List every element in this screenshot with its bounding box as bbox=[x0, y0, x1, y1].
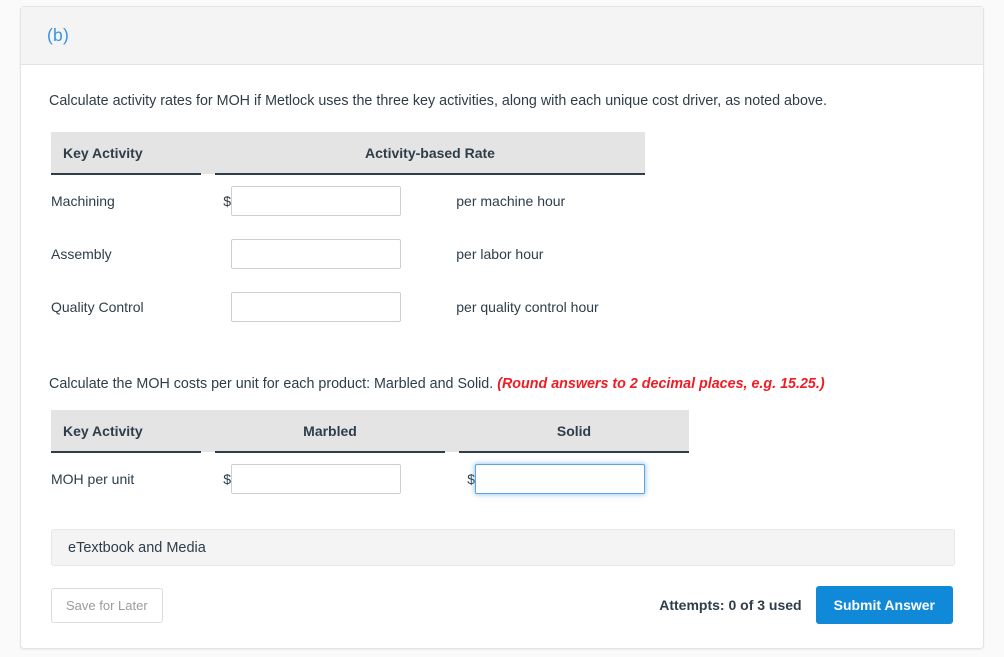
etextbook-label: eTextbook and Media bbox=[68, 539, 206, 556]
currency-symbol-solid: $ bbox=[467, 471, 475, 488]
column-header-activity-based-rate: Activity-based Rate bbox=[215, 131, 645, 175]
row-label-assembly: Assembly bbox=[51, 246, 112, 263]
unit-label-machining: per machine hour bbox=[456, 193, 566, 210]
column-gap-cell bbox=[201, 228, 215, 281]
unit-label-assembly: per labor hour bbox=[456, 246, 544, 263]
table-row: Assembly per labor hour bbox=[51, 228, 645, 281]
input-cell-solid bbox=[475, 452, 689, 505]
input-cell-machining bbox=[231, 174, 456, 228]
assembly-rate-input[interactable] bbox=[231, 239, 401, 270]
currency-symbol-assembly bbox=[215, 228, 231, 281]
table-row: MOH per unit $ $ bbox=[51, 452, 689, 505]
marbled-moh-input[interactable] bbox=[231, 464, 401, 495]
column-header-key-activity-2: Key Activity bbox=[51, 410, 201, 454]
column-header-key-activity: Key Activity bbox=[51, 131, 201, 175]
row-label-moh-per-unit: MOH per unit bbox=[51, 471, 135, 488]
column-gap-cell bbox=[201, 281, 215, 334]
activity-rate-table: Key Activity Activity-based Rate Machini… bbox=[51, 131, 645, 334]
save-for-later-button[interactable]: Save for Later bbox=[51, 587, 163, 623]
currency-symbol-quality-control bbox=[215, 281, 231, 334]
card-footer: Save for Later Attempts: 0 of 3 used Sub… bbox=[49, 566, 955, 648]
question-card: (b) Calculate activity rates for MOH if … bbox=[20, 6, 984, 650]
currency-symbol-marbled: $ bbox=[223, 471, 231, 488]
instruction-text-rates: Calculate activity rates for MOH if Metl… bbox=[49, 93, 827, 109]
currency-symbol-machining: $ bbox=[223, 193, 231, 210]
column-gap bbox=[201, 131, 215, 174]
unit-label-quality-control: per quality control hour bbox=[456, 299, 599, 316]
column-header-solid: Solid bbox=[459, 410, 689, 454]
column-gap bbox=[445, 410, 459, 453]
submit-answer-button[interactable]: Submit Answer bbox=[815, 586, 953, 625]
table-row: Quality Control per quality control hour bbox=[51, 281, 645, 334]
column-gap bbox=[201, 410, 215, 453]
quality-control-rate-input[interactable] bbox=[231, 292, 401, 323]
row-label-machining: Machining bbox=[51, 193, 115, 210]
attempts-counter: Attempts: 0 of 3 used bbox=[659, 597, 802, 614]
table-header-row: Key Activity Activity-based Rate bbox=[51, 131, 645, 175]
row-label-quality-control: Quality Control bbox=[51, 299, 144, 316]
machining-rate-input[interactable] bbox=[231, 186, 401, 217]
column-header-marbled: Marbled bbox=[215, 410, 445, 454]
input-cell-quality-control bbox=[231, 281, 456, 334]
column-gap-cell bbox=[201, 452, 215, 505]
instruction-text-moh-main: Calculate the MOH costs per unit for eac… bbox=[49, 375, 494, 392]
input-cell-assembly bbox=[231, 228, 456, 281]
column-gap-cell bbox=[201, 174, 215, 228]
table-row: Machining $ per machine hour bbox=[51, 174, 645, 228]
instruction-text-moh: Calculate the MOH costs per unit for eac… bbox=[49, 374, 955, 395]
part-label: (b) bbox=[47, 25, 69, 45]
footer-right-group: Attempts: 0 of 3 used Submit Answer bbox=[659, 586, 953, 625]
rounding-note: (Round answers to 2 decimal places, e.g.… bbox=[497, 375, 825, 392]
table-header-row: Key Activity Marbled Solid bbox=[51, 410, 689, 454]
column-gap-cell bbox=[445, 452, 459, 505]
solid-moh-input[interactable] bbox=[475, 464, 645, 495]
card-header: (b) bbox=[21, 7, 983, 65]
input-cell-marbled bbox=[231, 452, 445, 505]
moh-per-unit-table: Key Activity Marbled Solid MOH per unit … bbox=[51, 410, 689, 505]
etextbook-and-media-bar[interactable]: eTextbook and Media bbox=[51, 529, 955, 567]
card-body: Calculate activity rates for MOH if Metl… bbox=[21, 65, 983, 648]
